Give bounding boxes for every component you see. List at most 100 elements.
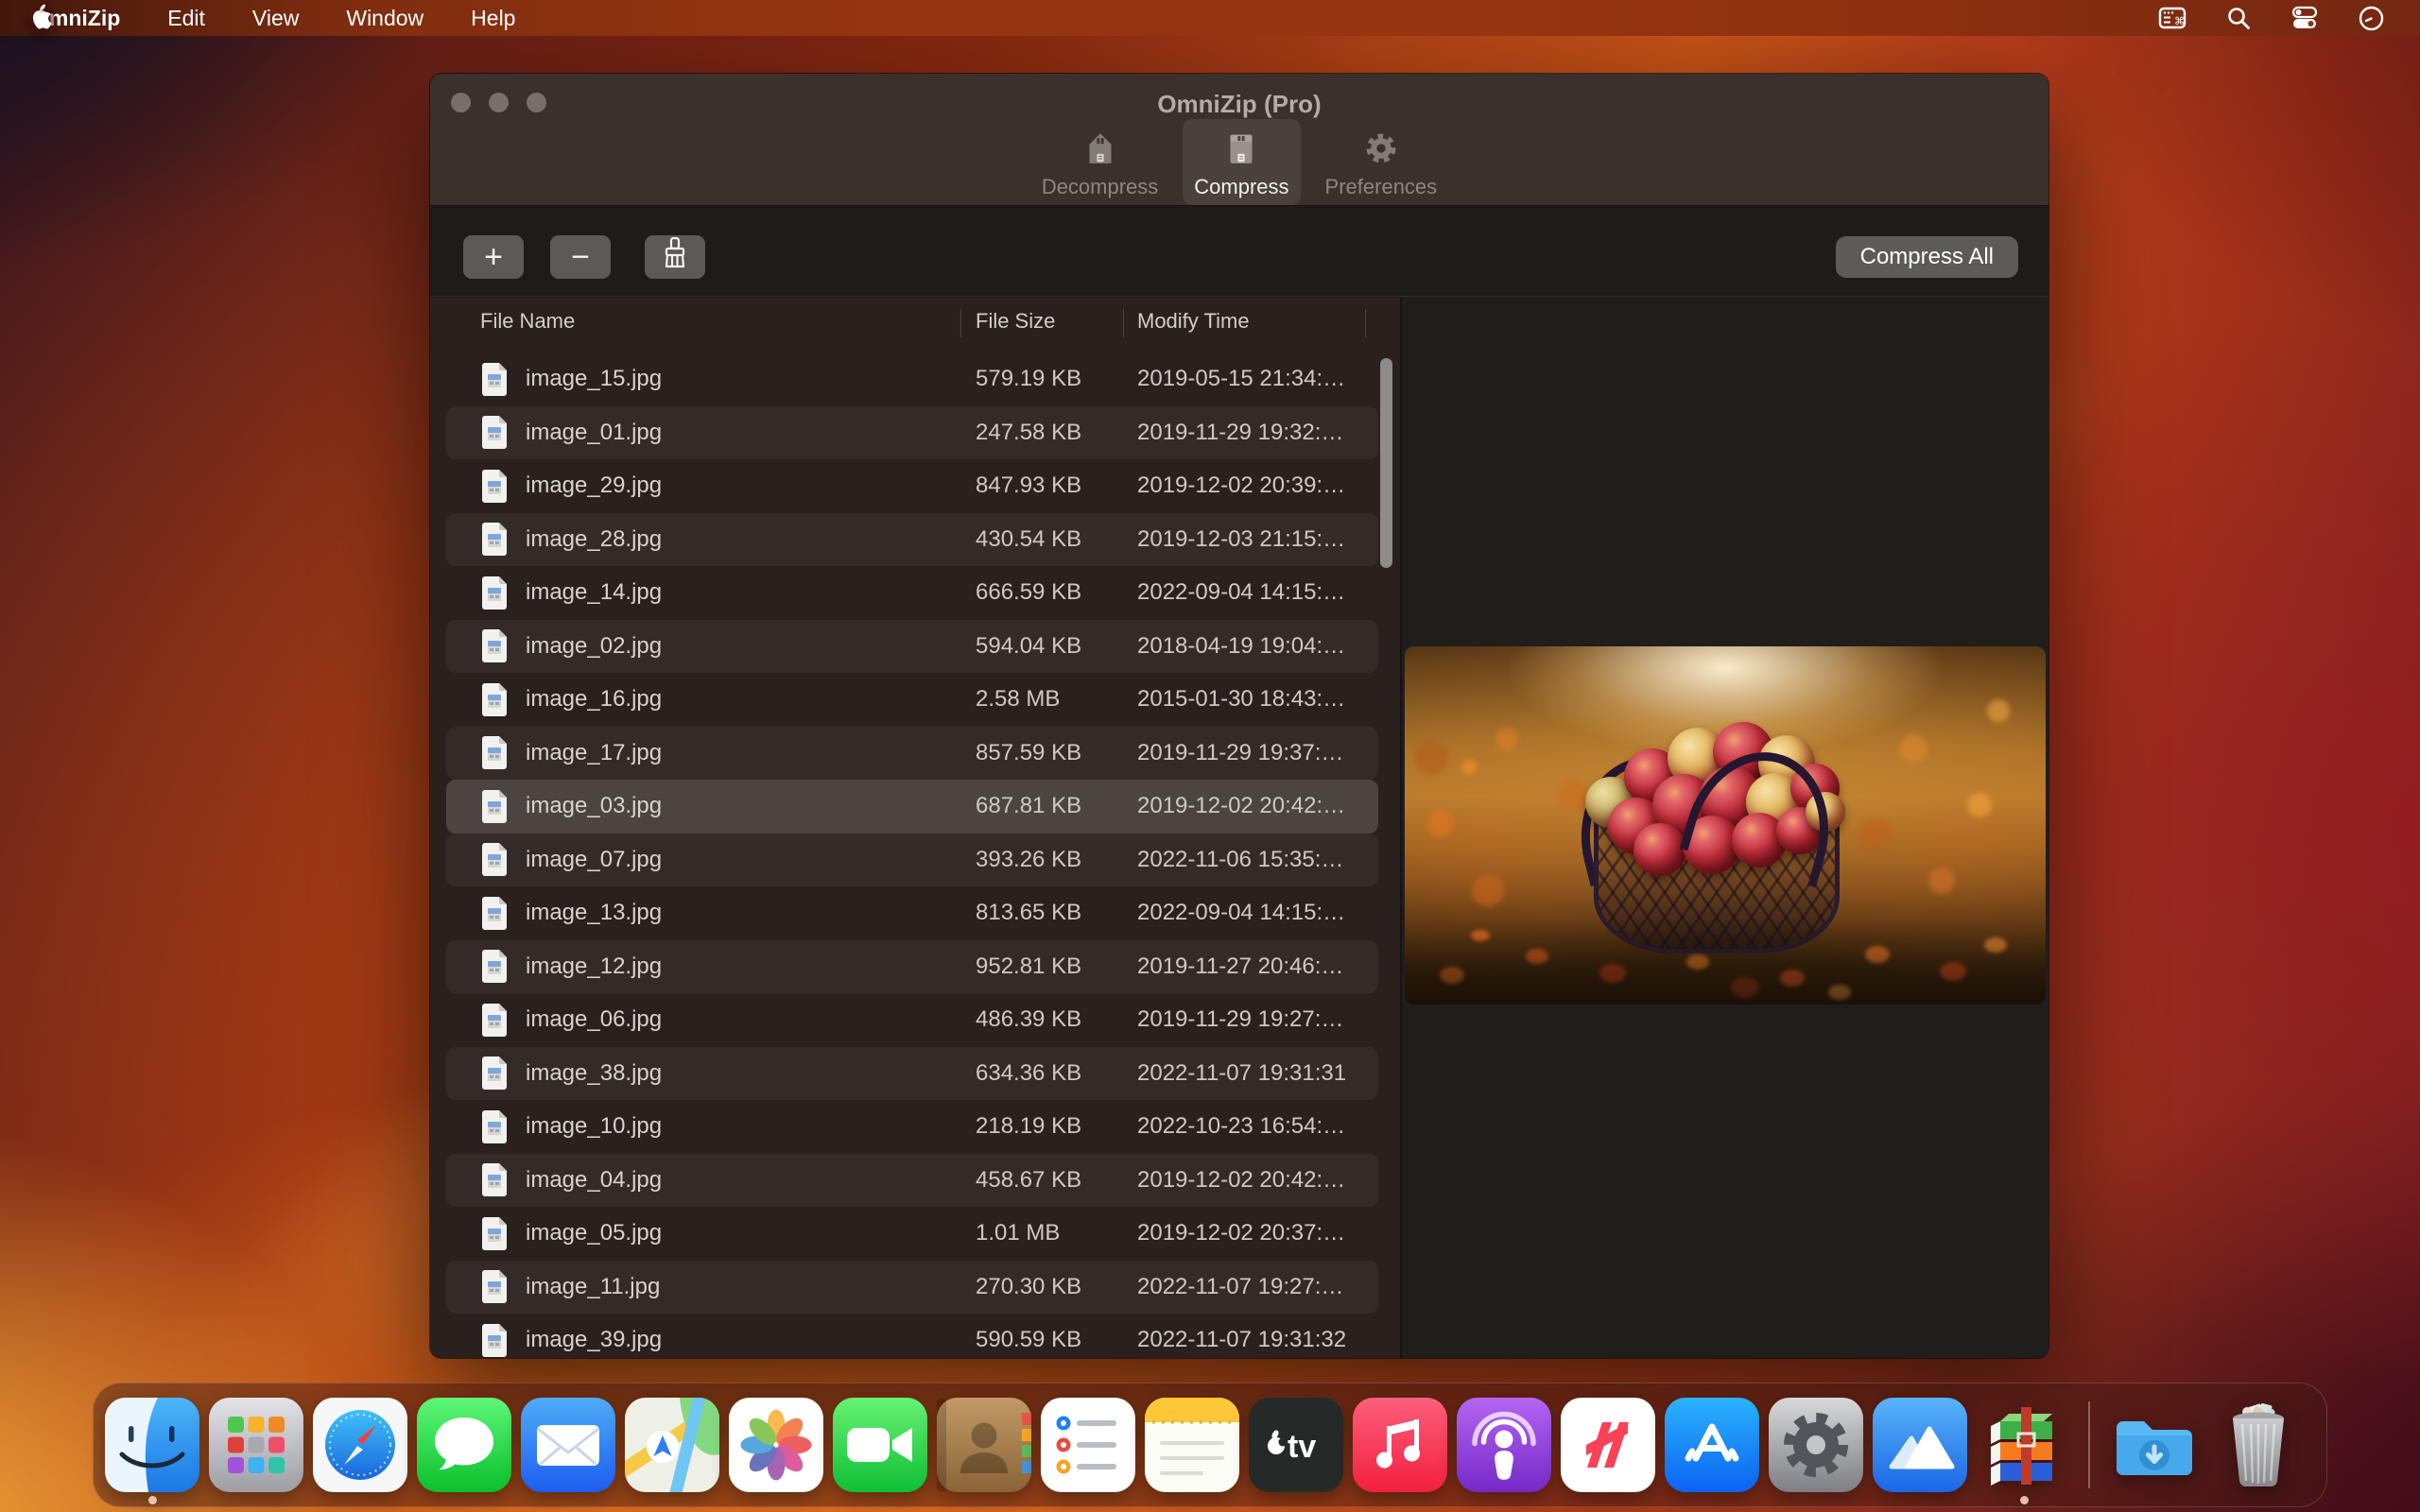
- menu-item-window[interactable]: Window: [346, 6, 424, 31]
- menu-item-edit[interactable]: Edit: [167, 6, 205, 31]
- dock-contacts-icon[interactable]: [937, 1398, 1031, 1492]
- cell-modify-time: 2019-11-29 19:32:…: [1137, 420, 1343, 446]
- dock-podcasts-icon[interactable]: [1457, 1398, 1551, 1492]
- preview-panel: [1400, 298, 2048, 1358]
- cell-modify-time: 2019-11-27 20:46:…: [1137, 954, 1343, 980]
- table-row[interactable]: image_39.jpg590.59 KB2022-11-07 19:31:32: [446, 1314, 1378, 1358]
- jpeg-file-icon: [480, 842, 509, 877]
- jpeg-file-icon: [480, 896, 509, 931]
- jpeg-file-icon: [480, 469, 509, 504]
- cell-file-name: image_15.jpg: [526, 366, 662, 392]
- cell-modify-time: 2022-09-04 14:15:…: [1137, 900, 1345, 926]
- cell-file-name: image_03.jpg: [526, 793, 662, 819]
- table-row[interactable]: image_05.jpg1.01 MB2019-12-02 20:37:…: [446, 1207, 1378, 1261]
- table-row[interactable]: image_28.jpg430.54 KB2019-12-03 21:15:…: [446, 513, 1378, 567]
- column-header-file-size[interactable]: File Size: [976, 309, 1055, 334]
- dock-news-icon[interactable]: [1561, 1398, 1655, 1492]
- table-row[interactable]: image_14.jpg666.59 KB2022-09-04 14:15:…: [446, 566, 1378, 620]
- control-center-icon[interactable]: [2290, 6, 2319, 30]
- apple-menu-icon[interactable]: [28, 3, 54, 33]
- tab-decompress[interactable]: Decompress: [1030, 119, 1169, 205]
- keyboard-switcher-icon[interactable]: ⌘: [2158, 6, 2187, 30]
- tab-preferences[interactable]: Preferences: [1314, 119, 1449, 205]
- jpeg-file-icon: [480, 415, 509, 450]
- dock-photos-icon[interactable]: [729, 1398, 823, 1492]
- cell-file-size: 458.67 KB: [976, 1167, 1081, 1194]
- table-row[interactable]: image_01.jpg247.58 KB2019-11-29 19:32:…: [446, 406, 1378, 460]
- jpeg-file-icon: [480, 362, 509, 397]
- dock-system-settings-icon[interactable]: [1769, 1398, 1863, 1492]
- cell-file-name: image_16.jpg: [526, 686, 662, 713]
- scrollbar-thumb[interactable]: [1380, 358, 1392, 568]
- cell-file-size: 634.36 KB: [976, 1060, 1081, 1087]
- cell-file-name: image_28.jpg: [526, 526, 662, 553]
- dock-launchpad-icon[interactable]: [209, 1398, 303, 1492]
- menu-item-view[interactable]: View: [252, 6, 299, 31]
- dock-archiver-icon[interactable]: [1977, 1398, 2071, 1492]
- dock-appletv-icon[interactable]: tv: [1249, 1398, 1343, 1492]
- cell-file-name: image_14.jpg: [526, 579, 662, 606]
- dock-mail-icon[interactable]: [521, 1398, 615, 1492]
- table-row[interactable]: image_13.jpg813.65 KB2022-09-04 14:15:…: [446, 886, 1378, 940]
- dock-finder-icon[interactable]: [105, 1398, 199, 1492]
- dock-maps-icon[interactable]: [625, 1398, 719, 1492]
- table-row[interactable]: image_02.jpg594.04 KB2018-04-19 19:04:…: [446, 620, 1378, 674]
- table-row[interactable]: image_38.jpg634.36 KB2022-11-07 19:31:31: [446, 1047, 1378, 1101]
- running-indicator: [2020, 1496, 2029, 1504]
- remove-files-button[interactable]: −: [550, 235, 611, 279]
- table-row[interactable]: image_03.jpg687.81 KB2019-12-02 20:42:…: [446, 780, 1378, 833]
- table-row[interactable]: image_15.jpg579.19 KB2019-05-15 21:34:…: [446, 352, 1378, 406]
- table-row[interactable]: image_04.jpg458.67 KB2019-12-02 20:42:…: [446, 1154, 1378, 1208]
- table-row[interactable]: image_06.jpg486.39 KB2019-11-29 19:27:…: [446, 993, 1378, 1047]
- table-row[interactable]: image_11.jpg270.30 KB2022-11-07 19:27:…: [446, 1261, 1378, 1314]
- add-files-button[interactable]: +: [463, 235, 524, 279]
- cell-modify-time: 2019-12-03 21:15:…: [1137, 526, 1345, 553]
- clear-list-button[interactable]: [645, 235, 705, 279]
- column-header-modify-time[interactable]: Modify Time: [1137, 309, 1250, 334]
- cell-file-name: image_05.jpg: [526, 1220, 662, 1246]
- cell-file-name: image_10.jpg: [526, 1113, 662, 1140]
- table-row[interactable]: image_17.jpg857.59 KB2019-11-29 19:37:…: [446, 727, 1378, 781]
- jpeg-file-icon: [480, 789, 509, 824]
- cell-modify-time: 2019-05-15 21:34:…: [1137, 366, 1345, 392]
- dock-reminders-icon[interactable]: [1041, 1398, 1135, 1492]
- clock-icon[interactable]: [2359, 6, 2384, 31]
- jpeg-file-icon: [480, 1216, 509, 1251]
- dock-safari-icon[interactable]: [313, 1398, 407, 1492]
- table-row[interactable]: image_10.jpg218.19 KB2022-10-23 16:54:…: [446, 1100, 1378, 1154]
- desktop: OmniZip Edit View Window Help ⌘: [0, 0, 2420, 1512]
- compress-box-icon: [1219, 126, 1263, 171]
- dock-trash-icon[interactable]: [2211, 1398, 2306, 1492]
- tab-compress[interactable]: Compress: [1183, 119, 1300, 205]
- cell-file-size: 247.58 KB: [976, 420, 1081, 446]
- compress-all-button[interactable]: Compress All: [1836, 236, 2018, 278]
- dock-appstore-icon[interactable]: [1665, 1398, 1759, 1492]
- column-divider: [1123, 309, 1124, 337]
- dock-mountains-app-icon[interactable]: [1873, 1398, 1967, 1492]
- jpeg-file-icon: [480, 1003, 509, 1038]
- dock-notes-icon[interactable]: [1145, 1398, 1239, 1492]
- dock-messages-icon[interactable]: [417, 1398, 511, 1492]
- cell-modify-time: 2022-11-07 19:31:32: [1137, 1327, 1346, 1353]
- cell-file-size: 594.04 KB: [976, 633, 1081, 660]
- cell-modify-time: 2022-11-07 19:27:…: [1137, 1274, 1343, 1300]
- cell-file-name: image_39.jpg: [526, 1327, 662, 1353]
- cell-file-size: 393.26 KB: [976, 847, 1081, 873]
- jpeg-file-icon: [480, 949, 509, 984]
- cell-file-name: image_11.jpg: [526, 1274, 660, 1300]
- search-icon[interactable]: [2226, 6, 2251, 30]
- dock-facetime-icon[interactable]: [833, 1398, 927, 1492]
- table-row[interactable]: image_16.jpg2.58 MB2015-01-30 18:43:…: [446, 673, 1378, 727]
- cell-modify-time: 2019-12-02 20:42:…: [1137, 793, 1345, 819]
- omnizip-window: OmniZip (Pro) Decompress Compress: [430, 74, 2048, 1358]
- table-row[interactable]: image_12.jpg952.81 KB2019-11-27 20:46:…: [446, 940, 1378, 994]
- dock-music-icon[interactable]: [1353, 1398, 1447, 1492]
- column-header-file-name[interactable]: File Name: [480, 309, 575, 334]
- menu-item-help[interactable]: Help: [471, 6, 515, 31]
- jpeg-file-icon: [480, 1056, 509, 1091]
- table-row[interactable]: image_29.jpg847.93 KB2019-12-02 20:39:…: [446, 459, 1378, 513]
- table-row[interactable]: image_07.jpg393.26 KB2022-11-06 15:35:…: [446, 833, 1378, 887]
- tab-preferences-label: Preferences: [1325, 175, 1438, 199]
- dock-downloads-folder-icon[interactable]: [2107, 1398, 2202, 1492]
- cell-modify-time: 2019-12-02 20:42:…: [1137, 1167, 1345, 1194]
